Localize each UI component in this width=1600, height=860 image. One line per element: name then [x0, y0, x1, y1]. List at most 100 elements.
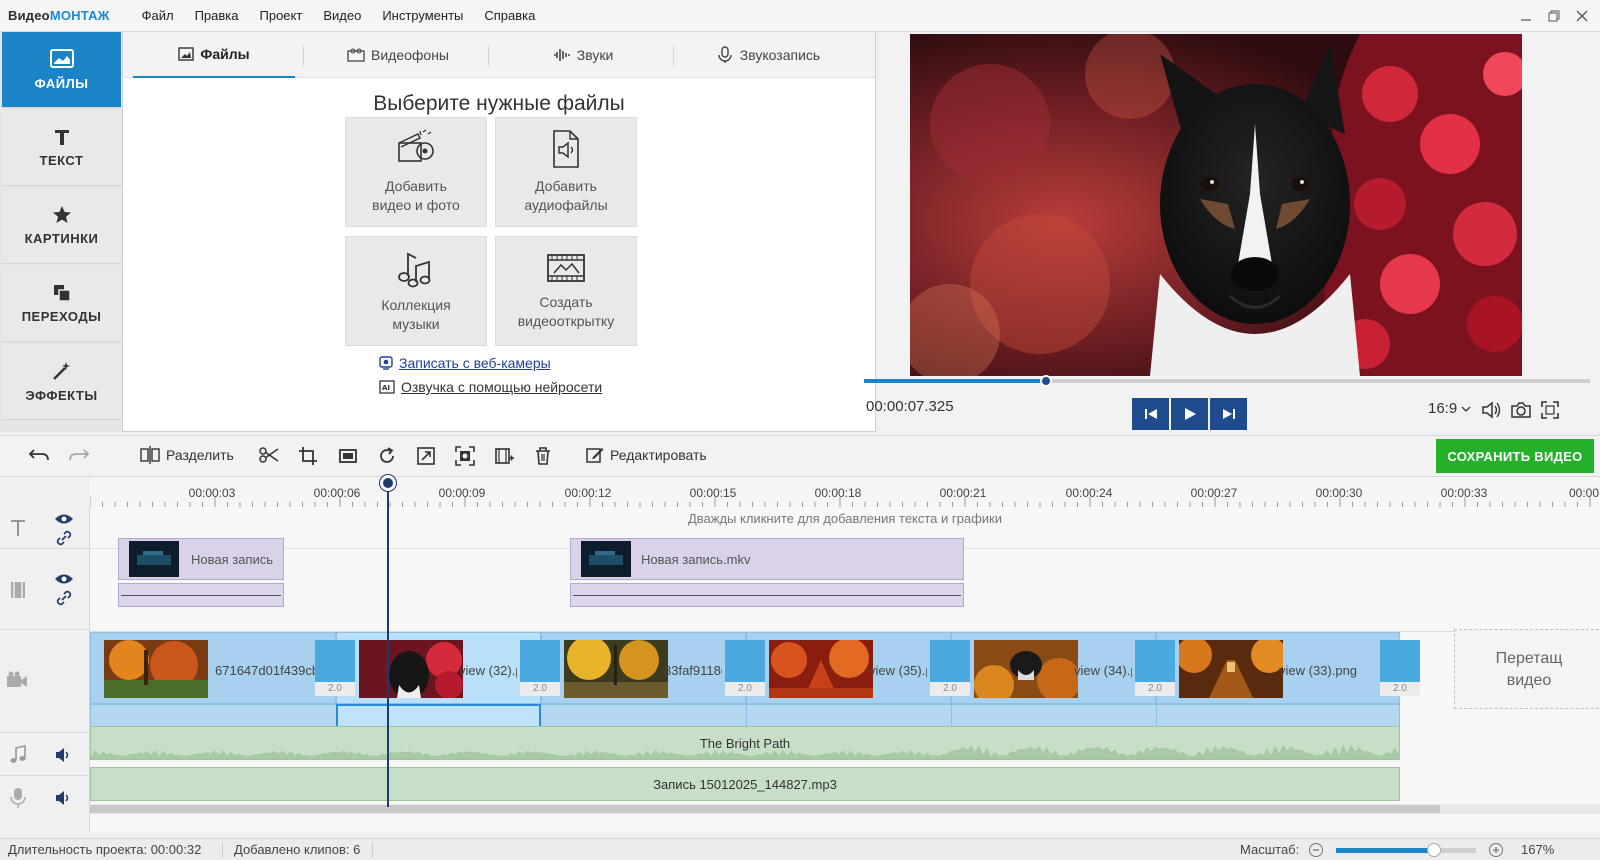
stabilize-button[interactable]	[455, 446, 475, 466]
overlay-clip[interactable]: Новая запись.mkv	[570, 538, 964, 580]
menu-video[interactable]: Видео	[323, 8, 361, 23]
tab-sounds[interactable]: Звуки	[503, 32, 663, 78]
redo-button[interactable]	[68, 448, 90, 464]
seekbar-handle[interactable]	[1039, 375, 1052, 387]
voice-clip[interactable]: Запись 15012025_144827.mp3	[90, 767, 1400, 801]
nav-files[interactable]: ФАЙЛЫ	[2, 32, 121, 108]
overlay-clip[interactable]: Новая запись	[118, 538, 284, 580]
eye-icon[interactable]	[54, 572, 74, 586]
ruler-label: 00:00:27	[1190, 486, 1238, 500]
drop-video-zone[interactable]: Перетащ видео	[1454, 629, 1600, 709]
video-background-icon	[347, 48, 365, 62]
overlay-clip-audio[interactable]	[118, 583, 284, 607]
nav-transitions[interactable]: ПЕРЕХОДЫ	[2, 266, 121, 342]
fit-frame-button[interactable]	[338, 446, 358, 466]
resize-button[interactable]	[416, 446, 436, 466]
play-button[interactable]	[1171, 398, 1208, 430]
ai-voiceover-link[interactable]: AI Озвучка с помощью нейросети	[379, 379, 602, 395]
previous-button[interactable]	[1132, 398, 1169, 430]
timeline-scrollbar[interactable]	[90, 804, 1600, 814]
clips-count: Добавлено клипов: 6	[234, 842, 361, 857]
speaker-icon[interactable]	[54, 746, 72, 764]
menu-edit[interactable]: Правка	[195, 8, 239, 23]
speaker-icon[interactable]	[54, 789, 72, 807]
nav-pictures[interactable]: КАРТИНКИ	[2, 188, 121, 264]
playhead-handle[interactable]	[380, 475, 396, 491]
transition-marker[interactable]: 2.0	[1380, 640, 1420, 696]
crop-button[interactable]	[298, 446, 318, 466]
rotate-icon	[380, 447, 394, 463]
add-video-photo-button[interactable]: Добавить видео и фото	[345, 117, 487, 227]
video-clip-selected[interactable]: view (32).p	[336, 632, 541, 704]
nav-effects[interactable]: ЭФФЕКТЫ	[2, 344, 121, 420]
transition-marker[interactable]: 2.0	[520, 640, 560, 696]
eye-icon[interactable]	[54, 512, 74, 526]
tab-bar: Файлы Видеофоны Звуки Звукозапись	[123, 32, 875, 78]
ruler-label: 00:00:15	[689, 486, 737, 500]
maximize-button[interactable]	[1540, 0, 1568, 32]
add-audio-button[interactable]: Добавить аудиофайлы	[495, 117, 637, 227]
link-icon[interactable]	[56, 530, 72, 546]
video-clip[interactable]: view (35).p	[746, 632, 951, 704]
link-icon[interactable]	[56, 590, 72, 606]
close-button[interactable]	[1568, 0, 1596, 32]
preview-video-frame[interactable]	[910, 34, 1522, 376]
video-clip[interactable]: view (33).png	[1156, 632, 1400, 704]
tab-files[interactable]: Файлы	[133, 32, 295, 78]
resize-icon	[417, 447, 435, 465]
webcam-record-label: Записать с веб-камеры	[399, 355, 551, 371]
video-track-header	[0, 631, 90, 733]
menu-help[interactable]: Справка	[484, 8, 535, 23]
transition-marker[interactable]: 2.0	[725, 640, 765, 696]
transition-marker[interactable]: 2.0	[1135, 640, 1175, 696]
save-video-button[interactable]: СОХРАНИТЬ ВИДЕО	[1436, 439, 1594, 473]
scrollbar-thumb[interactable]	[90, 805, 1440, 813]
menu-project[interactable]: Проект	[260, 8, 303, 23]
music-clip[interactable]: The Bright Path	[90, 726, 1400, 760]
tab-backgrounds[interactable]: Видеофоны	[318, 32, 478, 78]
zoom-in-icon[interactable]	[1488, 842, 1504, 858]
create-postcard-button[interactable]: Создать видеооткрытку	[495, 236, 637, 346]
volume-button[interactable]	[1481, 400, 1503, 420]
split-button[interactable]: Разделить	[140, 446, 234, 464]
ruler-label: 00:00:03	[188, 486, 236, 500]
add-frame-button[interactable]	[494, 446, 514, 466]
snapshot-button[interactable]	[1510, 400, 1532, 420]
video-clip-name: view (32).p	[459, 663, 517, 678]
undo-button[interactable]	[28, 448, 50, 464]
clip-thumbnail	[974, 640, 1078, 698]
text-icon	[54, 130, 69, 145]
timeline[interactable]: Дважды кликните для добавления текста и …	[90, 475, 1600, 832]
timeline-ruler[interactable]: 00:00:03 00:00:06 00:00:09 00:00:12 00:0…	[90, 477, 1600, 507]
preview-seekbar[interactable]	[864, 375, 1590, 387]
aspect-ratio-select[interactable]: 16:9	[1428, 400, 1471, 417]
video-camera-icon	[7, 671, 27, 687]
zoom-slider[interactable]	[1336, 843, 1476, 857]
webcam-record-link[interactable]: Записать с веб-камеры	[379, 355, 551, 371]
rotate-button[interactable]	[377, 446, 397, 466]
split-icon	[140, 446, 160, 464]
menu-tools[interactable]: Инструменты	[382, 8, 463, 23]
music-collection-button[interactable]: Коллекция музыки	[345, 236, 487, 346]
video-clip[interactable]: view (34).p	[951, 632, 1156, 704]
overlay-clip-audio[interactable]	[570, 583, 964, 607]
delete-button[interactable]	[534, 446, 552, 466]
minimize-button[interactable]	[1512, 0, 1540, 32]
zoom-out-icon[interactable]	[1308, 842, 1324, 858]
cut-button[interactable]	[259, 446, 279, 464]
transition-marker[interactable]: 2.0	[315, 640, 355, 696]
video-clip[interactable]: 33faf9118e	[541, 632, 746, 704]
video-clip-name: 33faf9118e	[664, 663, 722, 678]
transition-duration: 2.0	[725, 682, 765, 696]
tab-recording[interactable]: Звукозапись	[683, 32, 853, 78]
next-button[interactable]	[1210, 398, 1247, 430]
zoom-slider-handle[interactable]	[1427, 843, 1441, 857]
transition-marker[interactable]: 2.0	[930, 640, 970, 696]
nav-text[interactable]: ТЕКСТ	[2, 110, 121, 186]
video-clip[interactable]: 671647d01f439cb	[90, 632, 336, 704]
menu-file[interactable]: Файл	[142, 8, 174, 23]
fullscreen-button[interactable]	[1540, 400, 1560, 420]
app-logo: ВидеоМОНТАЖ	[8, 8, 110, 23]
edit-button[interactable]: Редактировать	[586, 446, 707, 464]
playhead[interactable]	[387, 477, 389, 807]
